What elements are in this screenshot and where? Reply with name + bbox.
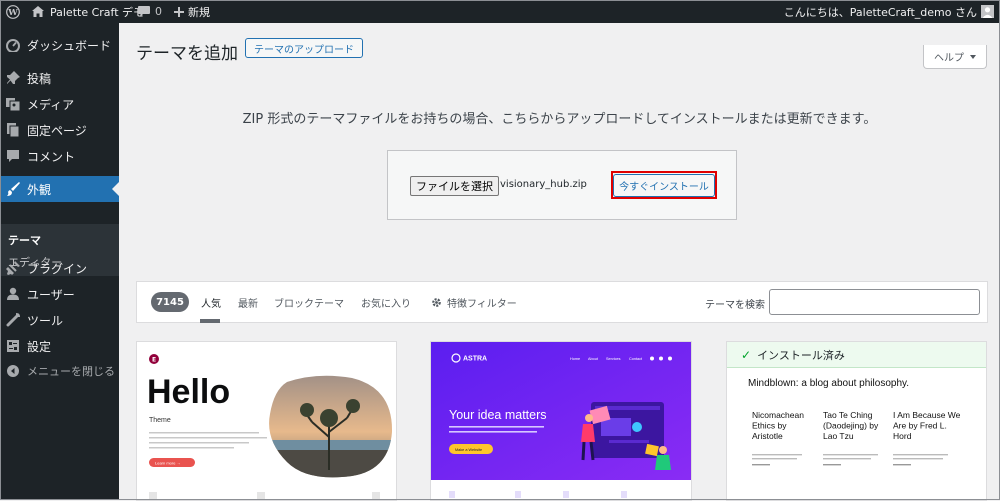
menu-label: メディア [27,97,75,112]
menu-posts[interactable]: 投稿 [0,65,119,91]
checkmark-icon: ✓ [741,347,752,362]
theme-card-astra[interactable]: ASTRA Home About Services Contact Your i… [430,341,692,501]
installed-label: インストール済み [757,348,845,362]
collapse-menu-button[interactable]: メニューを閉じる [0,358,119,384]
astra-button-label: Make a Website [455,448,482,452]
hello-subheading: Theme [149,417,171,424]
dashboard-icon [6,38,20,52]
menu-users[interactable]: ユーザー [0,281,119,307]
menu-tools[interactable]: ツール [0,307,119,333]
selected-file-name: visionary_hub.zip [500,179,587,190]
menu-appearance[interactable]: 外観 [0,176,119,202]
upload-description: ZIP 形式のテーマファイルをお持ちの場合、こちらからアップロードしてインストー… [242,112,877,127]
theme-screenshot-astra: ASTRA Home About Services Contact Your i… [431,342,691,500]
account-link[interactable]: こんにちは、PaletteCraft_demo さん [784,0,994,23]
theme-screenshot-installed: Mindblown: a blog about philosophy. Nico… [727,368,986,500]
menu-comments[interactable]: コメント [0,143,119,169]
collapse-label: メニューを閉じる [27,365,115,378]
new-content-link[interactable]: 新規 [174,0,210,23]
wordpress-logo-icon[interactable]: W [6,0,20,23]
main-content: テーマを追加 テーマのアップロード ヘルプ ZIP 形式のテーマファイルをお持ち… [119,23,1000,501]
theme-search-input[interactable] [769,289,980,315]
site-name: Palette Craft デモ [50,5,145,19]
astra-nav-services: Services [606,357,621,361]
astra-nav-home: Home [570,357,580,361]
installed-banner: ✓ インストール済み [727,342,986,368]
avatar [981,5,994,18]
user-icon [6,287,20,301]
theme-count: 7145 [151,292,189,312]
active-tab-indicator [200,319,220,323]
astra-nav-about: About [588,357,599,361]
media-icon [6,97,20,111]
greeting: こんにちは、PaletteCraft_demo さん [783,5,977,19]
page-icon [6,123,20,137]
brush-icon [6,182,20,196]
home-icon [32,6,44,17]
theme-card-hello[interactable]: E Hello Theme Learn more → [136,341,397,501]
comment-icon [6,149,20,163]
menu-label: コメント [27,149,76,164]
wrench-icon [6,313,20,327]
installed-headline: Mindblown: a blog about philosophy. [748,378,909,389]
menu-label: ダッシュボード [27,38,112,53]
upload-theme-button[interactable]: テーマのアップロード [245,38,363,58]
menu-label: プラグイン [27,261,88,276]
tab-favorites[interactable]: お気に入り [361,295,411,310]
menu-media[interactable]: メディア [0,91,119,117]
tab-latest[interactable]: 最新 [238,295,258,310]
menu-label: 投稿 [27,71,52,86]
admin-sidebar: ダッシュボード 投稿 メディア 固定ページ コメント 外観 テーマ エディター … [0,23,119,500]
help-button[interactable]: ヘルプ [923,45,987,69]
menu-label: ツール [27,313,64,328]
menu-label: 設定 [27,339,52,354]
hello-button-label: Learn more → [155,461,181,466]
admin-bar: W Palette Craft デモ 0 新規 こんにちは、PaletteCra… [0,0,1000,23]
install-now-button[interactable]: 今すぐインストール [613,173,715,197]
plugin-icon [6,261,20,275]
menu-settings[interactable]: 設定 [0,333,119,359]
plus-icon [174,6,184,17]
theme-screenshot-hello: E Hello Theme Learn more → [137,342,396,500]
install-now-highlight: 今すぐインストール [611,171,717,199]
comment-icon [138,6,150,17]
comments-link[interactable]: 0 [138,0,162,23]
collapse-arrow-icon [6,364,20,378]
comments-count: 0 [155,5,162,18]
page-title: テーマを追加 [136,44,238,64]
settings-icon [6,339,20,353]
tab-popular[interactable]: 人気 [201,295,221,310]
feature-filter-button[interactable]: 特徴フィルター [431,295,517,310]
pin-icon [6,71,20,85]
search-label: テーマを検索 [705,300,765,311]
astra-headline: Your idea matters [449,408,547,422]
astra-logo: ASTRA [463,356,487,363]
gear-icon [432,298,441,307]
caret-down-icon [970,54,976,59]
new-label: 新規 [188,5,210,19]
astra-nav-contact: Contact [629,357,643,361]
menu-label: ユーザー [27,287,75,302]
menu-dashboard[interactable]: ダッシュボード [0,32,119,58]
svg-text:W: W [7,8,18,18]
menu-pages[interactable]: 固定ページ [0,117,119,143]
svg-text:E: E [152,357,156,364]
menu-plugins[interactable]: プラグイン [0,255,119,281]
feature-filter-label: 特徴フィルター [447,299,517,310]
help-label: ヘルプ [934,53,964,64]
theme-card-installed[interactable]: ✓ インストール済み Mindblown: a blog about philo… [726,341,987,501]
menu-label: 外観 [27,182,52,197]
choose-file-button[interactable]: ファイルを選択 [410,176,499,196]
menu-label: 固定ページ [27,123,87,138]
site-home-link[interactable]: Palette Craft デモ [32,0,144,23]
upload-form: ファイルを選択 visionary_hub.zip 今すぐインストール [387,150,737,220]
submenu-themes[interactable]: テーマ [8,232,41,248]
tab-block-themes[interactable]: ブロックテーマ [274,295,344,310]
hello-heading: Hello [147,373,230,411]
theme-filter-bar: 7145 人気 最新 ブロックテーマ お気に入り 特徴フィルター テーマを検索 [136,281,988,323]
